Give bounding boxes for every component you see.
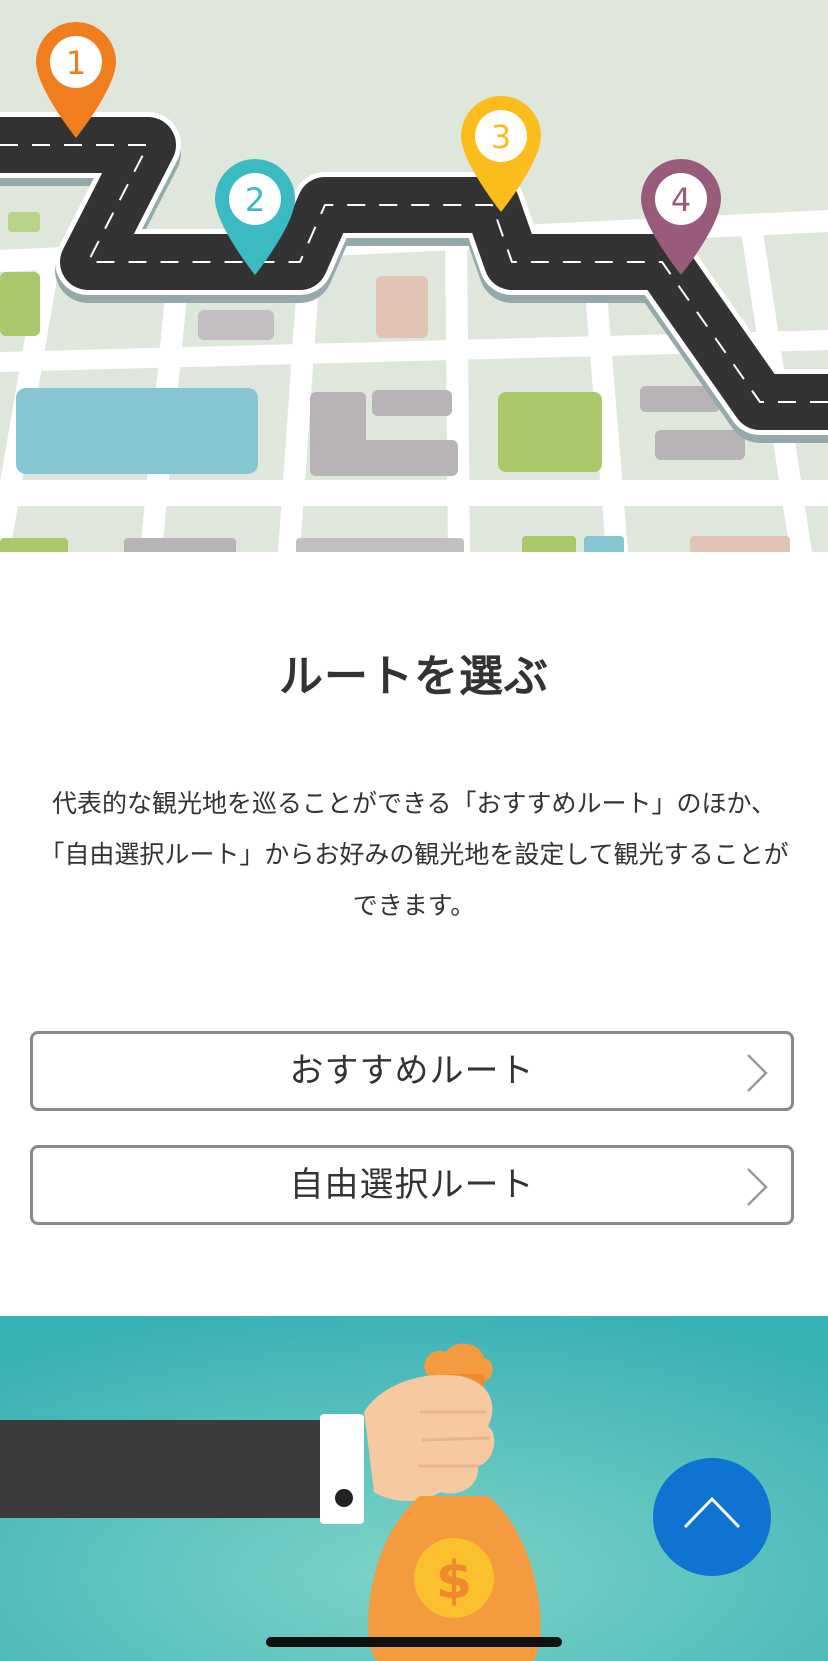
chevron-right-icon [747,1054,768,1092]
free-select-route-button[interactable]: 自由選択ルート [30,1145,794,1225]
map-pin-2-icon: 2 [215,159,295,275]
svg-text:3: 3 [491,118,511,156]
svg-text:1: 1 [66,44,86,82]
map-pin-1-icon: 1 [36,22,116,138]
description-line-1: 代表的な観光地を巡ることができる「おすすめルート」のほか、 [51,789,776,818]
chevron-up-icon [683,1496,741,1529]
back-to-top-button[interactable] [653,1458,771,1576]
map-pin-4-icon: 4 [641,159,721,275]
svg-text:4: 4 [671,181,691,219]
map-pin-3-icon: 3 [461,96,541,212]
recommended-route-button[interactable]: おすすめルート [30,1031,794,1111]
dollar-sign-icon: $ [436,1551,472,1611]
chevron-right-icon [747,1168,768,1206]
home-indicator[interactable] [266,1637,562,1647]
free-select-route-label: 自由選択ルート [289,1165,535,1205]
section-description: 代表的な観光地を巡ることができる「おすすめルート」のほか、 「自由選択ルート」か… [32,778,796,931]
description-line-2: 「自由選択ルート」からお好みの観光地を設定して観光することができます。 [39,840,789,920]
recommended-route-label: おすすめルート [289,1051,535,1091]
section-title: ルートを選ぶ [279,651,549,702]
route-map-illustration: 1 2 3 4 [0,0,828,552]
svg-text:2: 2 [245,181,265,219]
